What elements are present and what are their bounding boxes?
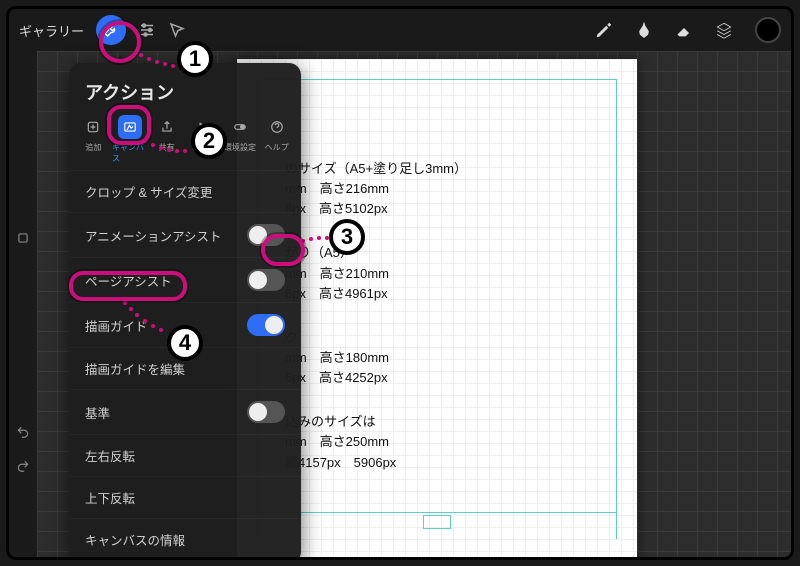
doc-line: mm 高さ250mm [285, 432, 607, 452]
doc-line: mm 高さ216mm [285, 179, 607, 199]
callout-1: 1 [177, 41, 213, 77]
redo-icon[interactable] [16, 459, 30, 473]
menu-label: クロップ & サイズ変更 [85, 182, 212, 201]
annotation-ring-4 [69, 271, 187, 301]
smudge-icon[interactable] [635, 21, 653, 39]
doc-line: 6px 高さ4252px [285, 368, 607, 388]
toggle-draw-guide[interactable] [247, 314, 285, 336]
doc-line: mm 高さ180mm [285, 348, 607, 368]
brush-icon[interactable] [595, 21, 613, 39]
doc-line: 8px 高さ5102px [285, 199, 607, 219]
annotation-ring-2 [107, 105, 151, 145]
menu-label: 上下反転 [85, 488, 135, 507]
menu-reference[interactable]: 基準 [69, 389, 301, 434]
selection-icon[interactable] [168, 21, 186, 39]
tab-add[interactable]: 追加 [75, 115, 111, 164]
doc-line: ク [285, 328, 607, 348]
toggle-page-assist[interactable] [247, 269, 285, 291]
menu-label: アニメーションアシスト [85, 226, 222, 245]
adjustments-icon[interactable] [138, 21, 156, 39]
color-picker[interactable] [755, 17, 781, 43]
menu-label: 描画ガイドを編集 [85, 359, 185, 378]
tab-help[interactable]: ヘルプ [259, 115, 295, 164]
doc-line: 込みのサイズは [285, 412, 607, 432]
menu-flip-h[interactable]: 左右反転 [69, 434, 301, 476]
panel-title: アクション [69, 75, 301, 115]
tab-prefs[interactable]: 環境設定 [222, 115, 258, 164]
layers-icon[interactable] [715, 21, 733, 39]
menu-label: 左右反転 [85, 446, 135, 465]
callout-3: 3 [329, 219, 365, 255]
doc-line: 6px 高さ4961px [285, 284, 607, 304]
callout-2: 2 [191, 123, 227, 159]
doc-line: mm 高さ210mm [285, 264, 607, 284]
menu-flip-v[interactable]: 上下反転 [69, 476, 301, 518]
menu-label: 基準 [85, 403, 110, 422]
menu-crop-resize[interactable]: クロップ & サイズ変更 [69, 170, 301, 212]
tab-label: ヘルプ [265, 142, 289, 153]
tab-label: 環境設定 [224, 142, 256, 153]
callout-4: 4 [167, 325, 203, 361]
page-text: のサイズ（A5+塗り足し3mm） mm 高さ216mm 8px 高さ5102px… [285, 159, 607, 497]
doc-line: 幅4157px 5906px [285, 453, 607, 473]
menu-label: キャンバスの情報 [85, 530, 185, 549]
annotation-ring-3 [261, 234, 305, 266]
tab-label: 追加 [85, 142, 101, 153]
eraser-icon[interactable] [675, 21, 693, 39]
toggle-reference[interactable] [247, 401, 285, 423]
doc-line: のサイズ（A5+塗り足し3mm） [285, 159, 607, 179]
menu-canvas-info[interactable]: キャンバスの情報 [69, 518, 301, 560]
modify-icon[interactable] [16, 231, 30, 245]
gallery-link[interactable]: ギャラリー [19, 21, 84, 40]
annotation-ring-1 [99, 21, 141, 63]
undo-icon[interactable] [16, 425, 30, 439]
left-sidebar [9, 51, 37, 557]
